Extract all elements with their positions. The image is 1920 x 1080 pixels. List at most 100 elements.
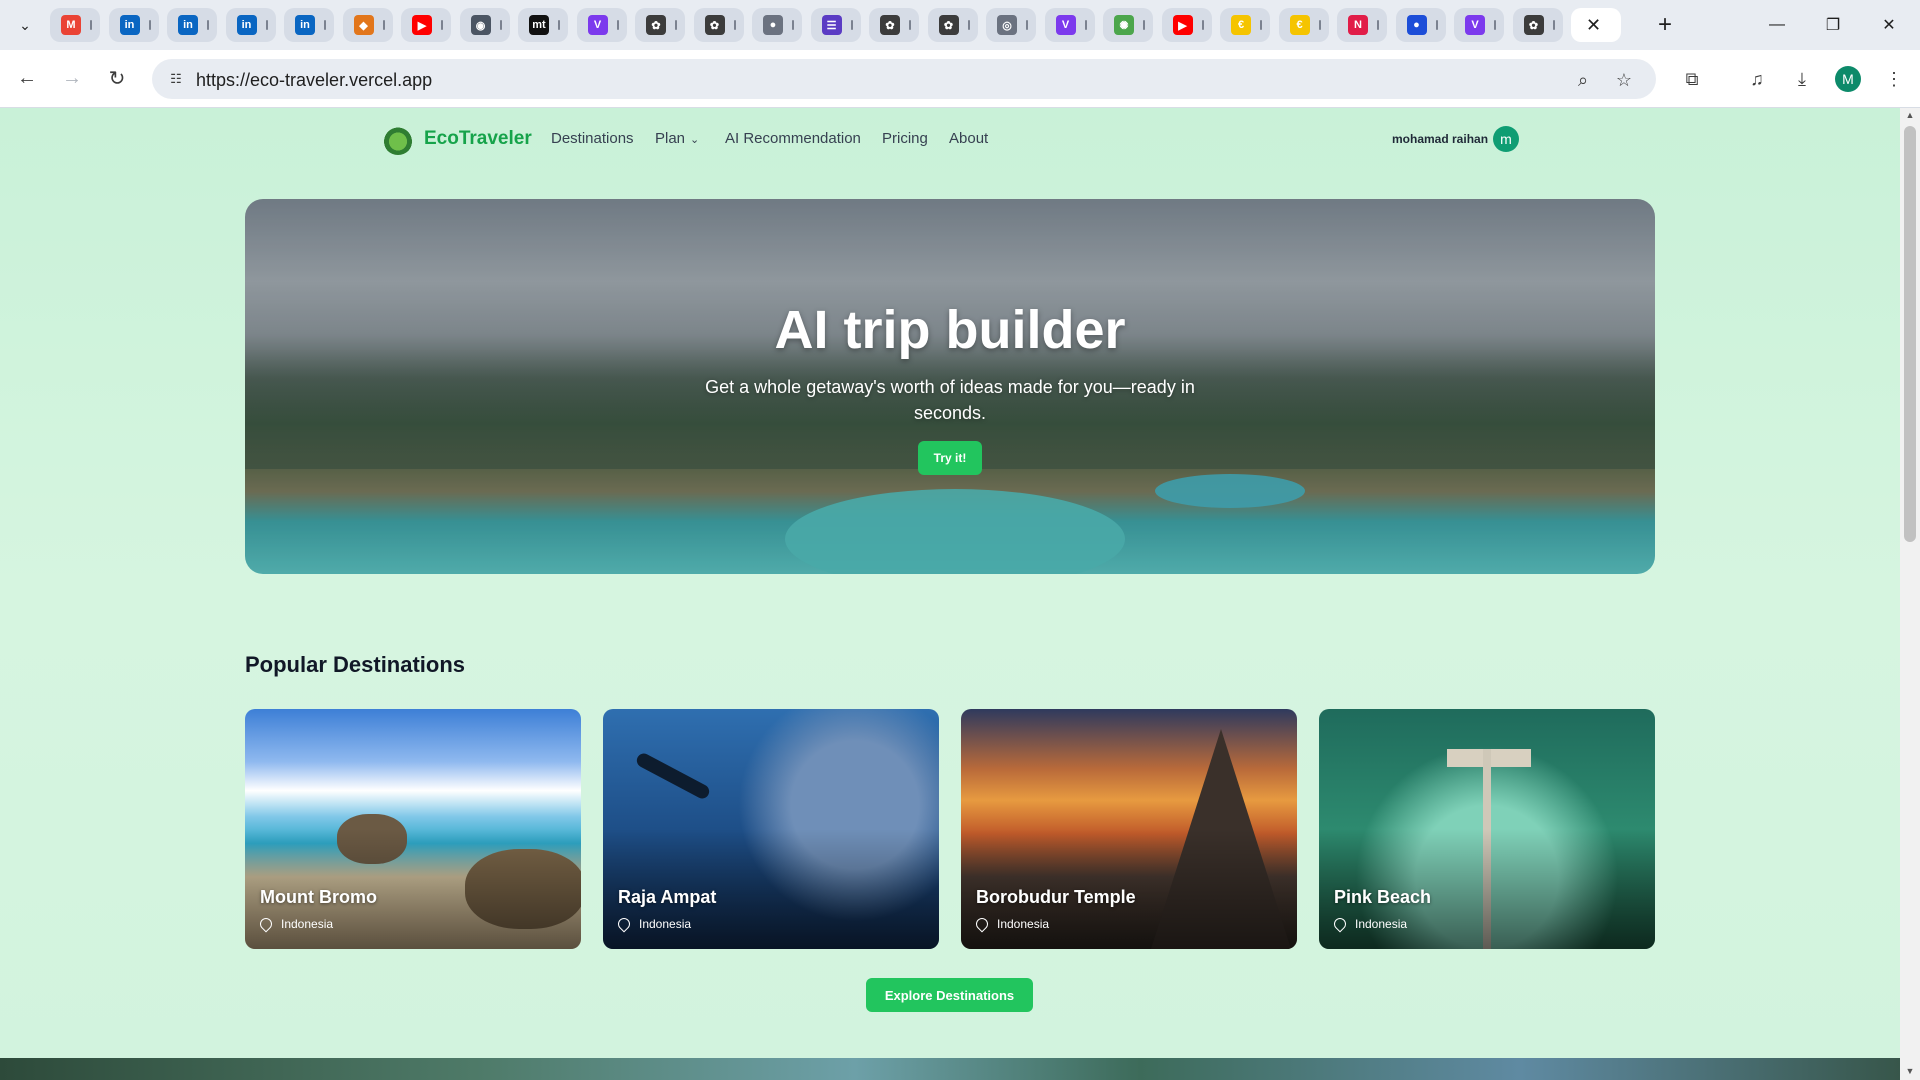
ecotraveler-logo-icon[interactable]: [383, 125, 413, 155]
active-browser-tab[interactable]: ✕: [1571, 8, 1621, 42]
destination-card[interactable]: Borobudur Temple Indonesia: [961, 709, 1297, 949]
cat-icon: ◉: [470, 15, 491, 35]
browser-tab[interactable]: ◉: [459, 8, 510, 42]
tab-separator: [148, 20, 151, 30]
browser-tab[interactable]: ▶: [1161, 8, 1212, 42]
nav-ai-recommendation[interactable]: AI Recommendation: [725, 130, 861, 147]
list-icon: ☰: [821, 15, 842, 35]
user-name[interactable]: mohamad raihan: [1392, 132, 1488, 146]
openai-icon: ✿: [704, 15, 725, 35]
try-it-button[interactable]: Try it!: [918, 441, 982, 475]
page-scrollbar[interactable]: ▲ ▼: [1900, 108, 1920, 1080]
zoom-icon[interactable]: ⌕: [1570, 67, 1596, 93]
browser-profile-avatar[interactable]: M: [1835, 66, 1861, 92]
card-title: Pink Beach: [1334, 887, 1432, 907]
card-location-label: Indonesia: [997, 917, 1050, 931]
media-controls-icon[interactable]: ♫: [1742, 64, 1772, 94]
browser-tab[interactable]: ●: [1395, 8, 1446, 42]
browser-tab[interactable]: ✿: [927, 8, 978, 42]
map-pin-icon: [257, 915, 275, 933]
nav-destinations[interactable]: Destinations: [551, 130, 634, 147]
tab-separator: [675, 20, 677, 30]
user-avatar[interactable]: m: [1493, 126, 1519, 152]
browser-tab[interactable]: N: [1337, 8, 1387, 42]
scroll-up-arrow-icon[interactable]: ▲: [1905, 110, 1915, 120]
browser-tab[interactable]: ◎: [986, 8, 1036, 42]
extensions-icon[interactable]: ⧉: [1677, 64, 1707, 94]
browser-toolbar: ← → ↻ ☷ https://eco-traveler.vercel.app …: [0, 50, 1920, 108]
explore-destinations-button[interactable]: Explore Destinations: [866, 978, 1033, 1012]
browser-tab[interactable]: ✿: [635, 8, 685, 42]
new-tab-button[interactable]: +: [1650, 10, 1680, 40]
tab-separator: [265, 20, 268, 30]
linkedin-icon: in: [295, 15, 315, 35]
forward-icon[interactable]: →: [57, 63, 87, 93]
tab-separator: [324, 20, 326, 30]
coin-icon: €: [1289, 15, 1310, 35]
browser-tab[interactable]: V: [1044, 8, 1095, 42]
tab-separator: [558, 20, 560, 30]
restore-icon[interactable]: ❐: [1810, 8, 1856, 42]
tab-separator: [207, 20, 209, 30]
menu-kebab-icon[interactable]: ⋮: [1879, 64, 1909, 94]
chevron-down-icon: ⌄: [690, 134, 700, 146]
circle-icon: ●: [763, 15, 783, 35]
linkedin-icon: in: [178, 15, 198, 35]
browser-tab[interactable]: ●: [752, 8, 802, 42]
close-window-icon[interactable]: ✕: [1866, 8, 1912, 42]
browser-tab[interactable]: ☰: [810, 8, 861, 42]
nav-pricing[interactable]: Pricing: [882, 130, 928, 147]
browser-tab[interactable]: V: [576, 8, 627, 42]
brand-name[interactable]: EcoTraveler: [424, 128, 532, 150]
browser-tab[interactable]: ✿: [869, 8, 919, 42]
browser-tab[interactable]: ◆: [342, 8, 393, 42]
bookmark-star-icon[interactable]: ☆: [1611, 67, 1637, 93]
downloads-icon[interactable]: ⤓: [1787, 64, 1817, 94]
nav-about[interactable]: About: [949, 130, 988, 147]
reload-icon[interactable]: ↻: [102, 63, 132, 93]
scrollbar-thumb[interactable]: [1904, 126, 1916, 542]
back-icon[interactable]: ←: [12, 63, 42, 93]
tab-separator: [1260, 20, 1262, 30]
address-bar[interactable]: ☷ https://eco-traveler.vercel.app ⌕ ☆: [152, 59, 1656, 99]
map-pin-icon: [973, 915, 991, 933]
tab-separator: [1377, 20, 1379, 30]
metamask-icon: ◆: [353, 15, 374, 35]
browser-tab[interactable]: ✿: [693, 8, 744, 42]
browser-tab[interactable]: ✺: [1103, 8, 1153, 42]
browser-tab[interactable]: ▶: [401, 8, 451, 42]
close-tab-icon[interactable]: ✕: [1586, 15, 1601, 36]
openai-icon: ✿: [646, 15, 666, 35]
tab-search-chevron-icon[interactable]: ⌄: [12, 12, 38, 38]
hero-subtitle: Get a whole getaway's worth of ideas mad…: [705, 377, 1195, 423]
destination-card[interactable]: Raja Ampat Indonesia: [603, 709, 939, 949]
browser-tab[interactable]: €: [1278, 8, 1329, 42]
browser-tab[interactable]: in: [167, 8, 217, 42]
minimize-icon[interactable]: —: [1754, 8, 1800, 42]
browser-tab[interactable]: ✿: [1512, 8, 1563, 42]
destination-card[interactable]: Mount Bromo Indonesia: [245, 709, 581, 949]
site-navbar: EcoTraveler Destinations Plan ⌄ AI Recomm…: [0, 108, 1900, 172]
openai-icon: ✿: [938, 15, 959, 35]
browser-tab[interactable]: mt: [518, 8, 568, 42]
tab-separator: [792, 20, 794, 30]
browser-tab[interactable]: in: [108, 8, 159, 42]
map-pin-icon: [1331, 915, 1349, 933]
browser-tab[interactable]: in: [284, 8, 334, 42]
browser-tab[interactable]: M: [50, 8, 100, 42]
openai-icon: ✿: [1523, 15, 1544, 35]
hero-title: AI trip builder: [774, 300, 1126, 360]
tab-separator: [616, 20, 619, 30]
scroll-down-arrow-icon[interactable]: ▼: [1905, 1066, 1915, 1076]
url-text[interactable]: https://eco-traveler.vercel.app: [196, 70, 432, 91]
card-title: Borobudur Temple: [976, 887, 1136, 907]
popular-destinations-title: Popular Destinations: [245, 652, 466, 677]
site-info-icon[interactable]: ☷: [162, 65, 190, 93]
card-location: Indonesia: [973, 915, 1050, 933]
destination-card[interactable]: Pink Beach Indonesia: [1319, 709, 1655, 949]
browser-tab[interactable]: V: [1454, 8, 1504, 42]
nav-plan[interactable]: Plan ⌄: [655, 130, 699, 147]
card-gradient: [603, 709, 939, 949]
browser-tab[interactable]: in: [225, 8, 276, 42]
browser-tab[interactable]: €: [1220, 8, 1270, 42]
